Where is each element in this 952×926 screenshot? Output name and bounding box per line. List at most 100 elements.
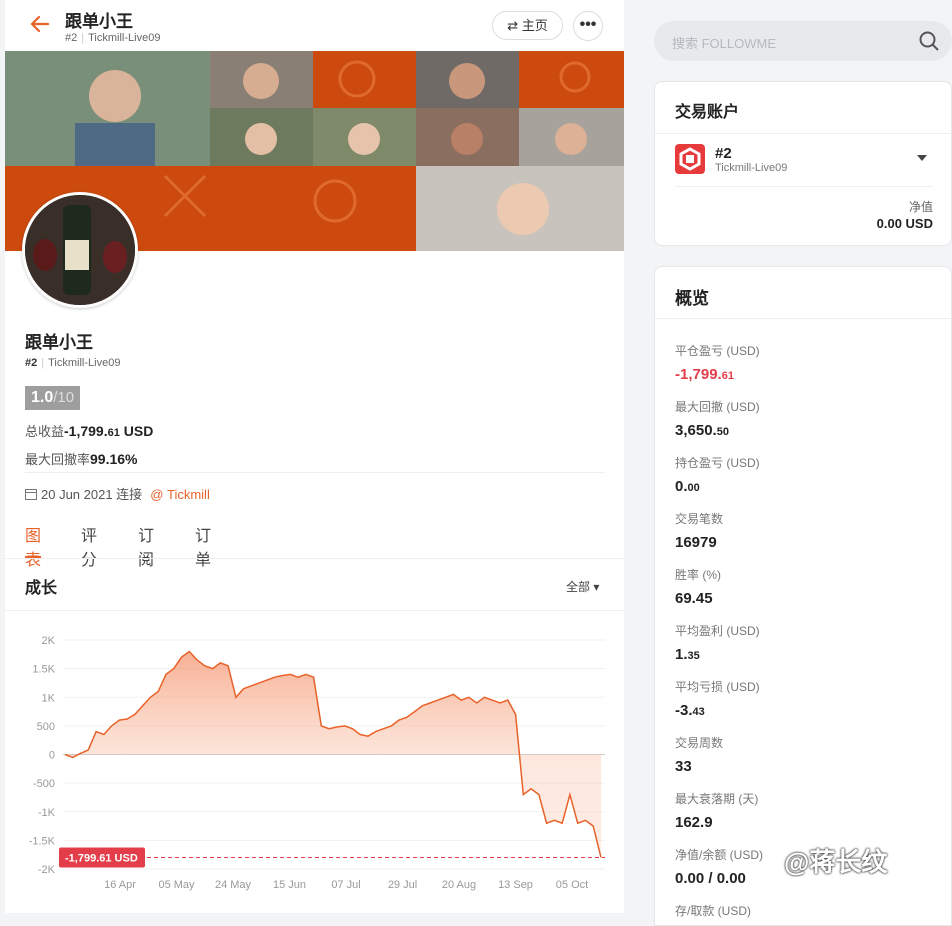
stat-avg-profit: 平均盈利 (USD) 1.35 (675, 622, 760, 663)
total-profit-label: 总收益 (25, 424, 65, 439)
tab-orders[interactable]: 订单 (195, 522, 211, 569)
search-input[interactable]: 搜索 FOLLOWME (672, 33, 776, 52)
section-divider (5, 610, 624, 611)
account-subtitle: #2 | Tickmill-Live09 (65, 32, 161, 44)
arrow-left-icon (30, 15, 50, 33)
trader-account: #2 | Tickmill-Live09 (25, 357, 121, 369)
total-profit: 总收益-1,799.61 USD (25, 421, 153, 440)
divider (655, 318, 952, 319)
x-tick-label: 29 Jul (388, 879, 417, 891)
y-tick-label: -1.5K (29, 835, 56, 847)
y-tick-label: 0 (49, 750, 55, 762)
max-drawdown-value: 99.16% (90, 451, 138, 467)
stat-max-drawdown: 最大回撤 (USD) 3,650.50 (675, 398, 760, 439)
stat-deposit-withdraw: 存/取款 (USD) (675, 902, 751, 919)
y-tick-label: 1.5K (32, 664, 55, 676)
search-bar[interactable]: 搜索 FOLLOWME (654, 21, 952, 61)
growth-chart: 2K 1.5K 1K 500 0 -500 -1K -1.5K -2K 16 Apr 05 May… (29, 635, 605, 891)
y-tick-label: -2K (38, 864, 56, 876)
calendar-icon (25, 489, 37, 500)
stat-label: 存/取款 (USD) (675, 904, 751, 918)
stat-label: 胜率 (%) (675, 568, 721, 582)
page-title: 跟单小王 (65, 12, 133, 31)
y-tick-label: -1K (38, 807, 56, 819)
more-options-button[interactable]: ••• (573, 11, 603, 41)
divider (675, 186, 933, 187)
connect-date: 20 Jun 2021 连接 (41, 487, 143, 502)
server-name: Tickmill-Live09 (88, 32, 161, 44)
search-icon[interactable] (918, 30, 940, 52)
stat-label: 最大衰落期 (天) (675, 792, 759, 806)
trader-name: 跟单小王 (25, 333, 93, 352)
trading-account-card: 交易账户 #2 Tickmill-Live09 净值 0.00 USD (654, 81, 952, 246)
trader-server: Tickmill-Live09 (48, 357, 121, 369)
broker-logo-icon (675, 144, 705, 174)
stat-value: 3,650.50 (675, 422, 729, 439)
stat-avg-loss: 平均亏损 (USD) -3.43 (675, 678, 760, 719)
stat-label: 净值/余额 (USD) (675, 848, 763, 862)
total-profit-decimals: 61 (107, 427, 120, 439)
total-profit-unit: USD (123, 423, 154, 439)
chevron-down-icon[interactable] (917, 155, 927, 161)
stat-equity-balance: 净值/余额 (USD) 0.00 / 0.00 (675, 846, 763, 887)
x-tick-label: 16 Apr (104, 879, 136, 891)
range-select[interactable]: 全部 ▾ (566, 578, 599, 595)
tab-subscribe[interactable]: 订阅 (138, 522, 154, 569)
overview-title: 概览 (675, 289, 709, 308)
stat-value: 1.35 (675, 646, 700, 663)
stat-value: 16979 (675, 534, 717, 551)
y-tick-label: 2K (42, 635, 56, 647)
net-value-label: 净值 (908, 200, 933, 214)
connection-info: 20 Jun 2021 连接 @ Tickmill (25, 484, 210, 503)
growth-title: 成长 (25, 580, 58, 597)
net-value: 0.00 USD (876, 216, 933, 231)
growth-area (65, 651, 601, 858)
divider (655, 133, 952, 134)
max-drawdown-label: 最大回撤率 (25, 452, 91, 467)
stat-value: 69.45 (675, 590, 713, 607)
tab-chart[interactable]: 图表 (25, 522, 42, 569)
stat-value: 33 (675, 758, 692, 775)
stat-value: 0.00 / 0.00 (675, 870, 746, 887)
stat-label: 交易笔数 (675, 512, 724, 526)
trading-account-title: 交易账户 (675, 104, 740, 121)
account-number: #2 (65, 32, 78, 44)
y-tick-label: 500 (37, 721, 55, 733)
x-tick-label: 05 Oct (556, 879, 588, 891)
x-tick-label: 24 May (215, 879, 252, 891)
tab-rating[interactable]: 评分 (81, 522, 97, 569)
stat-closed-pnl: 平仓盈亏 (USD) -1,799.61 (675, 342, 760, 383)
stat-value: 0.00 (675, 478, 700, 495)
trader-account-number: #2 (25, 357, 38, 369)
divider (25, 472, 605, 473)
stat-value: -3.43 (675, 702, 705, 719)
avatar-image (25, 195, 135, 305)
tabs-divider (5, 558, 624, 559)
top-bar: 跟单小王 #2 | Tickmill-Live09 ⇄ 主页 ••• (5, 0, 624, 50)
watermark: @蒋长纹 (784, 847, 888, 877)
stat-label: 平仓盈亏 (USD) (675, 344, 760, 358)
stat-label: 最大回撤 (USD) (675, 400, 760, 414)
broker-link[interactable]: @ Tickmill (150, 487, 210, 502)
stat-value: 162.9 (675, 814, 713, 831)
current-value-label: -1,799.61 USD (65, 853, 138, 865)
back-button[interactable] (29, 13, 51, 35)
account-card-number[interactable]: #2 (715, 145, 732, 162)
x-tick-label: 13 Sep (498, 879, 533, 891)
account-card-server: Tickmill-Live09 (715, 162, 788, 174)
stat-label: 持仓盈亏 (USD) (675, 456, 760, 470)
x-tick-label: 07 Jul (331, 879, 360, 891)
avatar (22, 192, 138, 308)
y-tick-label: -500 (33, 778, 55, 790)
overview-card: 概览 平仓盈亏 (USD) -1,799.61 最大回撤 (USD) 3,650… (654, 266, 952, 926)
stat-trade-count: 交易笔数 16979 (675, 510, 723, 551)
stat-trading-weeks: 交易周数 33 (675, 734, 723, 775)
stat-label: 交易周数 (675, 736, 724, 750)
x-tick-label: 15 Jun (273, 879, 306, 891)
stat-value: -1,799.61 (675, 366, 734, 383)
max-drawdown: 最大回撤率99.16% (25, 449, 138, 468)
stat-label: 平均亏损 (USD) (675, 680, 760, 694)
home-button[interactable]: ⇄ 主页 (492, 11, 563, 40)
stat-open-pnl: 持仓盈亏 (USD) 0.00 (675, 454, 760, 495)
total-profit-value: -1,799. (64, 423, 108, 439)
